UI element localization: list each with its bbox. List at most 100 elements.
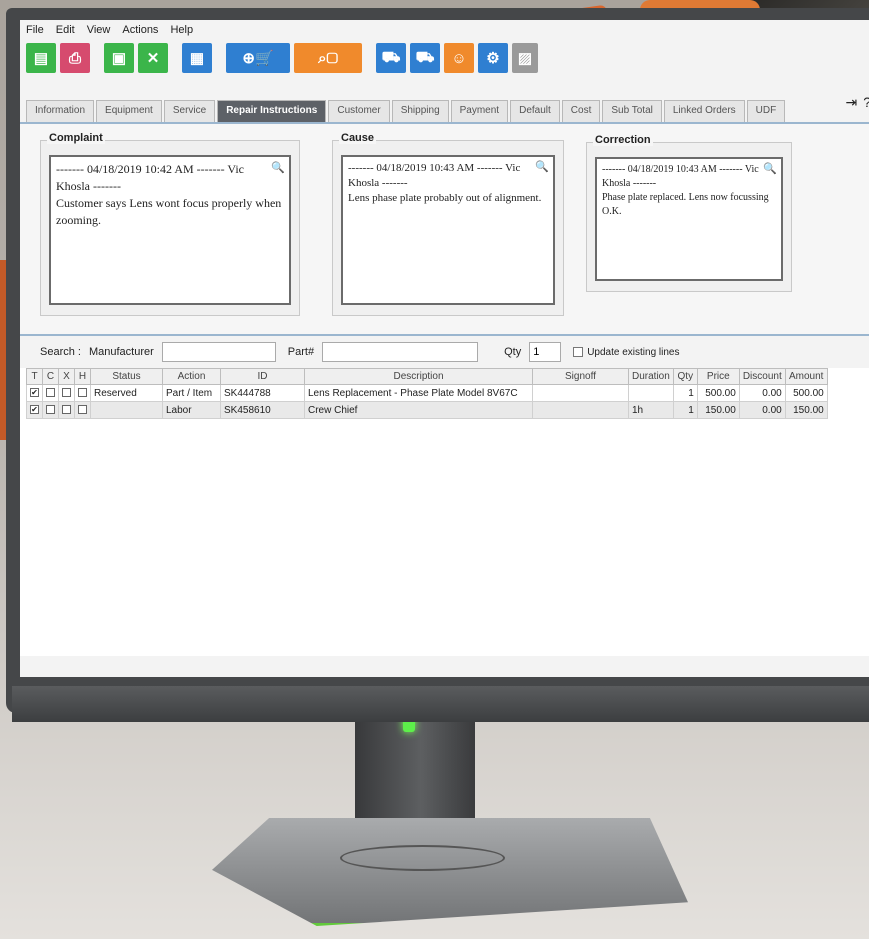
- table-row[interactable]: ✔ Reserved Part / Item SK444788 Lens Rep…: [26, 384, 828, 402]
- cause-author: Khosla -------: [348, 177, 408, 189]
- line-items-table: T C X H Status Action ID Description Sig…: [26, 368, 828, 419]
- truck-icon[interactable]: ⛟: [410, 43, 440, 73]
- tab-payment[interactable]: Payment: [450, 100, 509, 122]
- col-duration[interactable]: Duration: [628, 368, 674, 385]
- search-row: Search : Manufacturer Part# Qty Update e…: [20, 334, 869, 368]
- add-to-cart-icon[interactable]: ⊕🛒: [226, 43, 290, 73]
- row-action: Labor: [162, 401, 221, 419]
- help-icon[interactable]: ?: [863, 94, 869, 111]
- row-description: Crew Chief: [304, 401, 533, 419]
- table-row[interactable]: ✔ Labor SK458610 Crew Chief 1h 1 150.00 …: [26, 401, 828, 419]
- row-x-checkbox[interactable]: [58, 401, 75, 419]
- menu-actions[interactable]: Actions: [122, 24, 158, 40]
- row-signoff: [532, 401, 629, 419]
- qty-input[interactable]: [529, 342, 562, 362]
- truck-check-icon[interactable]: ⛟: [376, 43, 406, 73]
- correction-author: Khosla -------: [602, 178, 657, 189]
- row-t-checkbox[interactable]: ✔: [26, 384, 43, 402]
- row-qty: 1: [672, 384, 698, 402]
- wrench-icon[interactable]: ⚙: [478, 43, 508, 73]
- repair-instructions-panel: Complaint 🔍 ------- 04/18/2019 10:42 AM …: [20, 122, 869, 334]
- row-id: SK458610: [220, 401, 305, 419]
- col-description[interactable]: Description: [304, 368, 533, 385]
- new-document-icon[interactable]: ▤: [26, 43, 56, 73]
- part-label: Part#: [287, 346, 315, 358]
- menu-edit[interactable]: Edit: [56, 24, 75, 40]
- col-status[interactable]: Status: [90, 368, 163, 385]
- grid-icon[interactable]: ▦: [182, 43, 212, 73]
- tab-repair-instructions[interactable]: Repair Instructions: [217, 100, 327, 122]
- col-discount[interactable]: Discount: [738, 368, 786, 385]
- tab-information[interactable]: Information: [26, 100, 95, 122]
- smiley-icon[interactable]: ☺: [444, 43, 474, 73]
- manufacturer-label: Manufacturer: [88, 346, 154, 358]
- menu-view[interactable]: View: [87, 24, 111, 40]
- update-existing-label: Update existing lines: [587, 346, 680, 358]
- row-qty: 1: [672, 401, 698, 419]
- menu-file[interactable]: File: [26, 24, 44, 40]
- tab-udf[interactable]: UDF: [746, 100, 786, 122]
- magnifier-icon[interactable]: 🔍: [763, 162, 777, 176]
- complaint-title: Complaint: [47, 132, 105, 144]
- menu-bar: File Edit View Actions Help: [20, 20, 869, 40]
- tab-linked-orders[interactable]: Linked Orders: [663, 100, 745, 122]
- correction-text: Phase plate replaced. Lens now focussing…: [602, 192, 769, 217]
- row-h-checkbox[interactable]: [74, 401, 91, 419]
- row-c-checkbox[interactable]: [42, 384, 59, 402]
- disabled-icon: ▨: [512, 43, 538, 73]
- col-id[interactable]: ID: [220, 368, 305, 385]
- col-price[interactable]: Price: [696, 368, 740, 385]
- part-number-input[interactable]: [322, 342, 479, 362]
- print-icon[interactable]: ⎙: [60, 43, 90, 73]
- row-price: 150.00: [696, 401, 740, 419]
- col-signoff[interactable]: Signoff: [532, 368, 629, 385]
- complaint-group: Complaint 🔍 ------- 04/18/2019 10:42 AM …: [40, 132, 300, 316]
- tab-equipment[interactable]: Equipment: [96, 100, 162, 122]
- qty-label: Qty: [504, 346, 522, 358]
- magnifier-icon[interactable]: 🔍: [535, 160, 549, 175]
- row-h-checkbox[interactable]: [74, 384, 91, 402]
- monitor-bezel: File Edit View Actions Help ▤ ⎙ ▣ ✕ ▦ ⊕🛒…: [6, 8, 869, 722]
- line-items-area: T C X H Status Action ID Description Sig…: [20, 368, 869, 656]
- row-x-checkbox[interactable]: [58, 384, 75, 402]
- row-status: Reserved: [90, 384, 163, 402]
- magnifier-icon[interactable]: 🔍: [271, 160, 285, 177]
- menu-help[interactable]: Help: [170, 24, 193, 40]
- tab-cost[interactable]: Cost: [561, 100, 601, 122]
- toolbar: ▤ ⎙ ▣ ✕ ▦ ⊕🛒 ⌕▢ ⛟ ⛟ ☺ ⚙ ▨: [20, 40, 869, 76]
- row-amount: 150.00: [784, 401, 828, 419]
- row-discount: 0.00: [738, 401, 786, 419]
- tab-shipping[interactable]: Shipping: [391, 100, 449, 122]
- table-header: T C X H Status Action ID Description Sig…: [26, 368, 828, 385]
- tab-sub-total[interactable]: Sub Total: [602, 100, 662, 122]
- col-c[interactable]: C: [42, 368, 59, 385]
- manufacturer-input[interactable]: [161, 342, 276, 362]
- complaint-header: ------- 04/18/2019 10:42 AM ------- Vic: [56, 162, 245, 176]
- complaint-author: Khosla -------: [56, 179, 121, 193]
- correction-textbox[interactable]: 🔍 ------- 04/18/2019 10:43 AM ------- Vi…: [595, 157, 783, 281]
- col-amount[interactable]: Amount: [784, 368, 828, 385]
- cause-header: ------- 04/18/2019 10:43 AM ------- Vic: [348, 162, 521, 174]
- col-qty[interactable]: Qty: [672, 368, 698, 385]
- col-x[interactable]: X: [58, 368, 75, 385]
- correction-title: Correction: [593, 134, 653, 146]
- row-duration: [628, 384, 674, 402]
- col-h[interactable]: H: [74, 368, 91, 385]
- complaint-textbox[interactable]: 🔍 ------- 04/18/2019 10:42 AM ------- Vi…: [49, 155, 291, 305]
- exit-icon[interactable]: ⇥: [845, 94, 857, 111]
- tab-service[interactable]: Service: [163, 100, 216, 122]
- col-action[interactable]: Action: [162, 368, 221, 385]
- row-c-checkbox[interactable]: [42, 401, 59, 419]
- search-box-icon[interactable]: ⌕▢: [294, 43, 362, 73]
- tab-customer[interactable]: Customer: [328, 100, 390, 122]
- update-existing-checkbox[interactable]: [573, 347, 584, 357]
- close-x-icon[interactable]: ✕: [138, 43, 168, 73]
- row-price: 500.00: [696, 384, 740, 402]
- row-t-checkbox[interactable]: ✔: [26, 401, 43, 419]
- col-t[interactable]: T: [26, 368, 43, 385]
- cause-textbox[interactable]: 🔍 ------- 04/18/2019 10:43 AM ------- Vi…: [341, 155, 555, 305]
- monitor-chin: [12, 686, 869, 722]
- tab-default[interactable]: Default: [510, 100, 560, 122]
- save-icon[interactable]: ▣: [104, 43, 134, 73]
- stand-base-ring: [340, 845, 505, 871]
